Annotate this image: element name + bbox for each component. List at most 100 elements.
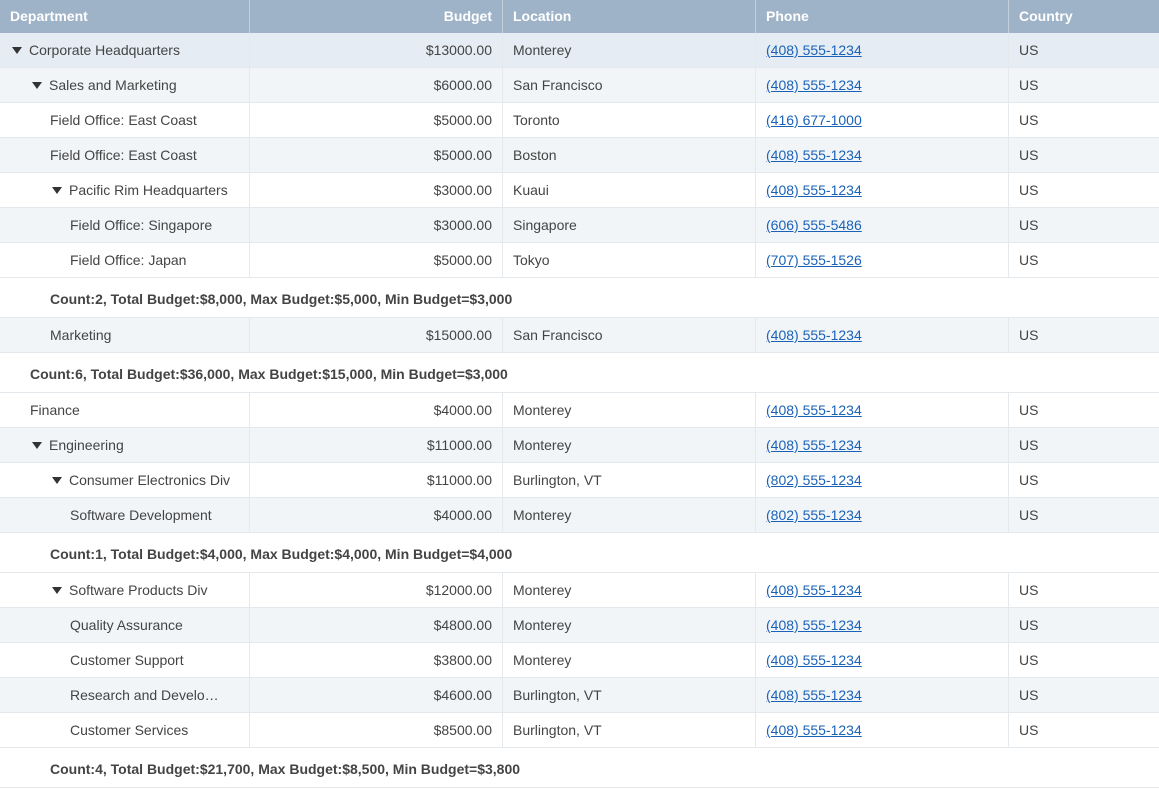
column-header-country[interactable]: Country xyxy=(1009,0,1159,33)
tree-grid[interactable]: Department Budget Location Phone Country… xyxy=(0,0,1159,788)
table-row[interactable]: Field Office: Japan $5000.00 Tokyo (707) 55… xyxy=(0,243,1159,278)
table-row[interactable]: Software Products Div $12000.00 Monterey (4… xyxy=(0,573,1159,608)
phone-cell[interactable]: (408) 555-1234 xyxy=(756,318,1009,352)
column-header-phone[interactable]: Phone xyxy=(756,0,1009,33)
phone-cell[interactable]: (802) 555-1234 xyxy=(756,498,1009,532)
phone-cell[interactable]: (416) 677-1000 xyxy=(756,103,1009,137)
phone-link[interactable]: (408) 555-1234 xyxy=(766,617,862,633)
table-row[interactable]: Software Development $4000.00 Monterey (802… xyxy=(0,498,1159,533)
table-row[interactable]: Corporate Headquarters $13000.00 Monterey (… xyxy=(0,33,1159,68)
country-cell: US xyxy=(1019,617,1039,633)
expand-collapse-icon[interactable] xyxy=(32,81,42,89)
country-cell: US xyxy=(1019,582,1039,598)
country-cell: US xyxy=(1019,472,1039,488)
table-row[interactable]: Field Office: East Coast $5000.00 Toronto (… xyxy=(0,103,1159,138)
department-cell[interactable]: Research and Develo… xyxy=(0,678,250,712)
country-cell: US xyxy=(1019,112,1039,128)
phone-cell[interactable]: (408) 555-1234 xyxy=(756,138,1009,172)
department-cell[interactable]: Engineering xyxy=(0,428,250,462)
table-row[interactable]: Customer Services $8500.00 Burlington, VT (… xyxy=(0,713,1159,748)
phone-link[interactable]: (408) 555-1234 xyxy=(766,42,862,58)
phone-link[interactable]: (606) 555-5486 xyxy=(766,217,862,233)
column-header-department[interactable]: Department xyxy=(0,0,250,33)
phone-link[interactable]: (802) 555-1234 xyxy=(766,472,862,488)
department-cell[interactable]: Quality Assurance xyxy=(0,608,250,642)
table-row[interactable]: Quality Assurance $4800.00 Monterey (408) 5… xyxy=(0,608,1159,643)
phone-cell[interactable]: (802) 555-1234 xyxy=(756,463,1009,497)
phone-link[interactable]: (408) 555-1234 xyxy=(766,722,862,738)
phone-link[interactable]: (416) 677-1000 xyxy=(766,112,862,128)
phone-cell[interactable]: (408) 555-1234 xyxy=(756,393,1009,427)
phone-link[interactable]: (802) 555-1234 xyxy=(766,507,862,523)
department-cell[interactable]: Software Products Div xyxy=(0,573,250,607)
table-row[interactable]: Field Office: Singapore $3000.00 Singapore… xyxy=(0,208,1159,243)
table-row[interactable]: Consumer Electronics Div $11000.00 Burling… xyxy=(0,463,1159,498)
table-row[interactable]: Finance $4000.00 Monterey (408) 555-1234 US xyxy=(0,393,1159,428)
phone-link[interactable]: (408) 555-1234 xyxy=(766,147,862,163)
country-cell: US xyxy=(1019,327,1039,343)
phone-cell[interactable]: (408) 555-1234 xyxy=(756,573,1009,607)
phone-cell[interactable]: (606) 555-5486 xyxy=(756,208,1009,242)
expand-collapse-icon[interactable] xyxy=(52,186,62,194)
column-header-budget[interactable]: Budget xyxy=(250,0,503,33)
expand-collapse-icon[interactable] xyxy=(52,476,62,484)
phone-link[interactable]: (408) 555-1234 xyxy=(766,77,862,93)
location-cell: Monterey xyxy=(503,498,756,532)
phone-link[interactable]: (408) 555-1234 xyxy=(766,652,862,668)
country-cell: US xyxy=(1019,652,1039,668)
phone-cell[interactable]: (408) 555-1234 xyxy=(756,68,1009,102)
department-cell[interactable]: Marketing xyxy=(0,318,250,352)
phone-link[interactable]: (408) 555-1234 xyxy=(766,182,862,198)
department-cell[interactable]: Pacific Rim Headquarters xyxy=(0,173,250,207)
phone-cell[interactable]: (408) 555-1234 xyxy=(756,643,1009,677)
department-name: Finance xyxy=(30,402,80,418)
country-cell: US xyxy=(1019,42,1039,58)
country-cell: US xyxy=(1019,402,1039,418)
phone-cell[interactable]: (408) 555-1234 xyxy=(756,33,1009,67)
phone-cell[interactable]: (408) 555-1234 xyxy=(756,678,1009,712)
table-row[interactable]: Field Office: East Coast $5000.00 Boston (4… xyxy=(0,138,1159,173)
location-cell: Burlington, VT xyxy=(503,678,756,712)
department-name: Research and Develo… xyxy=(70,687,219,703)
column-header-location[interactable]: Location xyxy=(503,0,756,33)
phone-link[interactable]: (408) 555-1234 xyxy=(766,687,862,703)
department-cell[interactable]: Software Development xyxy=(0,498,250,532)
table-row[interactable]: Customer Support $3800.00 Monterey (408) 55… xyxy=(0,643,1159,678)
phone-link[interactable]: (707) 555-1526 xyxy=(766,252,862,268)
table-row[interactable]: Pacific Rim Headquarters $3000.00 Kuaui (40… xyxy=(0,173,1159,208)
phone-link[interactable]: (408) 555-1234 xyxy=(766,437,862,453)
table-row[interactable]: Research and Develo… $4600.00 Burlington, … xyxy=(0,678,1159,713)
department-cell[interactable]: Finance xyxy=(0,393,250,427)
summary-text: Count:2, Total Budget:$8,000, Max Budget… xyxy=(50,291,513,307)
department-cell[interactable]: Customer Services xyxy=(0,713,250,747)
department-cell[interactable]: Corporate Headquarters xyxy=(0,33,250,67)
phone-link[interactable]: (408) 555-1234 xyxy=(766,327,862,343)
grid-body: Corporate Headquarters $13000.00 Monterey(… xyxy=(0,33,1159,788)
phone-link[interactable]: (408) 555-1234 xyxy=(766,582,862,598)
expand-collapse-icon[interactable] xyxy=(32,441,42,449)
location-cell: San Francisco xyxy=(503,68,756,102)
phone-cell[interactable]: (408) 555-1234 xyxy=(756,173,1009,207)
table-row[interactable]: Marketing $15000.00 San Francisco (408) 555… xyxy=(0,318,1159,353)
country-cell: US xyxy=(1019,182,1039,198)
table-row[interactable]: Engineering $11000.00 Monterey (408) 555-12… xyxy=(0,428,1159,463)
phone-cell[interactable]: (408) 555-1234 xyxy=(756,713,1009,747)
phone-cell[interactable]: (408) 555-1234 xyxy=(756,428,1009,462)
location-cell: Monterey xyxy=(503,33,756,67)
expand-collapse-icon[interactable] xyxy=(52,586,62,594)
department-cell[interactable]: Field Office: Japan xyxy=(0,243,250,277)
department-name: Software Development xyxy=(70,507,212,523)
department-cell[interactable]: Field Office: East Coast xyxy=(0,103,250,137)
group-summary-row: Count:1, Total Budget:$4,000, Max Budget… xyxy=(0,533,1159,573)
department-name: Corporate Headquarters xyxy=(29,42,180,58)
expand-collapse-icon[interactable] xyxy=(12,46,22,54)
phone-cell[interactable]: (408) 555-1234 xyxy=(756,608,1009,642)
department-cell[interactable]: Field Office: Singapore xyxy=(0,208,250,242)
phone-cell[interactable]: (707) 555-1526 xyxy=(756,243,1009,277)
phone-link[interactable]: (408) 555-1234 xyxy=(766,402,862,418)
department-cell[interactable]: Consumer Electronics Div xyxy=(0,463,250,497)
table-row[interactable]: Sales and Marketing $6000.00 San Francisco… xyxy=(0,68,1159,103)
department-cell[interactable]: Field Office: East Coast xyxy=(0,138,250,172)
department-cell[interactable]: Customer Support xyxy=(0,643,250,677)
department-cell[interactable]: Sales and Marketing xyxy=(0,68,250,102)
